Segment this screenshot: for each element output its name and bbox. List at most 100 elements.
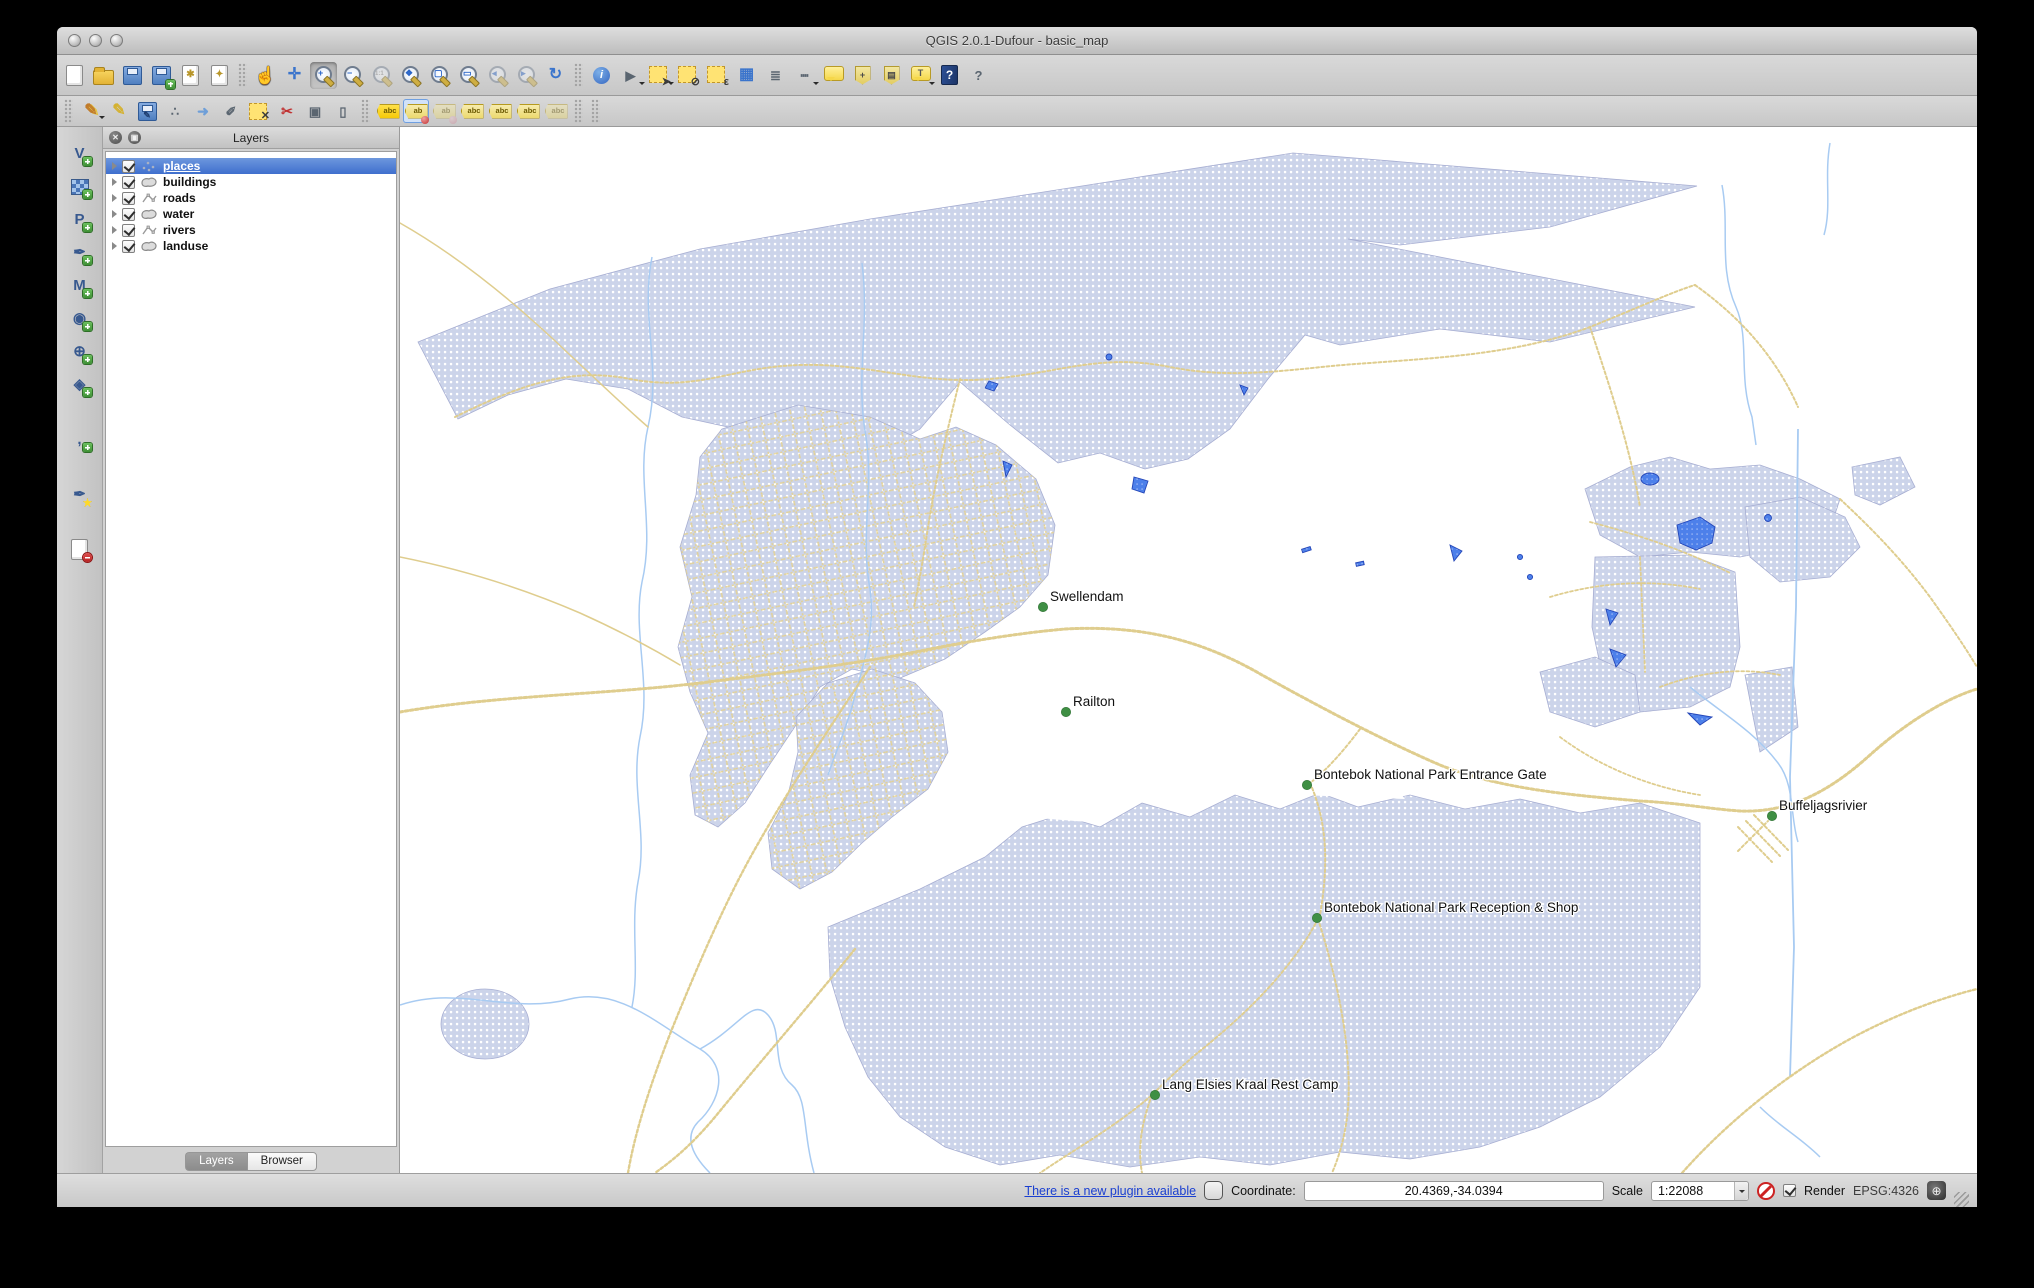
layer-row-buildings[interactable]: buildings bbox=[106, 174, 396, 190]
move-feature-icon[interactable]: ➜ bbox=[190, 99, 216, 123]
copy-features-icon[interactable]: ▣ bbox=[302, 99, 328, 123]
dropdown-caret-icon[interactable] bbox=[929, 81, 935, 88]
zoom-last-icon[interactable]: ◂ bbox=[484, 62, 511, 89]
render-checkbox[interactable] bbox=[1782, 1184, 1796, 1197]
show-hide-labels-icon[interactable]: abc bbox=[459, 99, 485, 123]
add-wms-layer-icon[interactable]: ⊕ bbox=[67, 339, 92, 364]
zoom-next-icon[interactable]: ▸ bbox=[513, 62, 540, 89]
open-project-icon[interactable] bbox=[90, 62, 117, 89]
new-print-composer-icon[interactable]: ✱ bbox=[177, 62, 204, 89]
rotate-label-icon[interactable]: abc bbox=[515, 99, 541, 123]
zoom-to-layer-icon[interactable]: ▭ bbox=[455, 62, 482, 89]
expand-icon[interactable] bbox=[112, 210, 117, 218]
pan-to-selection-icon[interactable]: ✛ bbox=[281, 62, 308, 89]
layer-row-rivers[interactable]: rivers bbox=[106, 222, 396, 238]
stop-render-icon[interactable] bbox=[1756, 1181, 1775, 1200]
plugin-icon[interactable] bbox=[1204, 1181, 1224, 1200]
layer-row-landuse[interactable]: landuse bbox=[106, 238, 396, 254]
measure-icon[interactable]: ┉ bbox=[791, 62, 819, 89]
tab-browser[interactable]: Browser bbox=[246, 1151, 317, 1171]
node-tool-icon[interactable]: ✐ bbox=[218, 99, 244, 123]
layer-row-places[interactable]: places bbox=[106, 158, 396, 174]
add-wfs-layer-icon[interactable]: ◈ bbox=[67, 372, 92, 397]
coordinate-input[interactable] bbox=[1303, 1180, 1604, 1201]
layer-name[interactable]: water bbox=[163, 207, 194, 221]
expand-icon[interactable] bbox=[112, 194, 117, 202]
titlebar[interactable]: QGIS 2.0.1-Dufour - basic_map bbox=[57, 27, 1977, 55]
add-oracle-layer-icon[interactable]: ◉ bbox=[67, 306, 92, 331]
layer-name[interactable]: landuse bbox=[163, 239, 208, 253]
add-raster-layer-icon[interactable] bbox=[67, 174, 92, 199]
layer-name[interactable]: roads bbox=[163, 191, 196, 205]
layer-checkbox[interactable] bbox=[122, 175, 135, 189]
pan-map-icon[interactable]: ☝ bbox=[252, 62, 279, 89]
map-tips-icon[interactable] bbox=[820, 62, 847, 89]
add-spatialite-layer-icon[interactable]: ✒ bbox=[67, 240, 92, 265]
cut-features-icon[interactable]: ✂ bbox=[274, 99, 300, 123]
zoom-full-icon[interactable]: ❖ bbox=[397, 62, 424, 89]
layer-checkbox[interactable] bbox=[122, 239, 135, 253]
open-attribute-table-icon[interactable]: ▦ bbox=[733, 62, 760, 89]
add-delimited-text-layer-icon[interactable]: , bbox=[67, 427, 92, 452]
remove-layer-icon[interactable] bbox=[67, 537, 92, 562]
map-canvas[interactable]: Swellendam Railton Bontebok National Par… bbox=[400, 127, 1977, 1173]
add-vector-layer-icon[interactable]: V bbox=[67, 141, 92, 166]
save-project-as-icon[interactable] bbox=[148, 62, 175, 89]
run-feature-action-icon[interactable]: ▶ bbox=[617, 62, 645, 89]
new-project-icon[interactable] bbox=[61, 62, 88, 89]
dropdown-caret-icon[interactable] bbox=[668, 81, 674, 88]
add-feature-icon[interactable]: ∴ bbox=[162, 99, 188, 123]
delete-selected-icon[interactable]: ✕ bbox=[246, 99, 272, 123]
show-bookmarks-icon[interactable]: ▤ bbox=[878, 62, 905, 89]
resize-grip[interactable] bbox=[1954, 1192, 1969, 1207]
add-mssql-layer-icon[interactable]: M bbox=[67, 273, 92, 298]
highlight-pinned-labels-icon[interactable]: ab bbox=[431, 99, 457, 124]
expand-icon[interactable] bbox=[112, 226, 117, 234]
deselect-features-icon[interactable]: ⊘ bbox=[675, 62, 702, 89]
layer-name[interactable]: rivers bbox=[163, 223, 196, 237]
add-postgis-layer-icon[interactable]: P bbox=[67, 207, 92, 232]
text-annotation-icon[interactable]: T bbox=[907, 62, 935, 89]
layer-row-roads[interactable]: roads bbox=[106, 190, 396, 206]
layer-checkbox[interactable] bbox=[122, 191, 135, 205]
expand-icon[interactable] bbox=[112, 242, 117, 250]
select-features-icon[interactable]: ➤ bbox=[646, 62, 674, 89]
plugin-available-link[interactable]: There is a new plugin available bbox=[1024, 1184, 1196, 1198]
layer-row-water[interactable]: water bbox=[106, 206, 396, 222]
help-icon[interactable]: ? bbox=[936, 62, 963, 89]
current-edits-icon[interactable]: ✎ bbox=[78, 99, 105, 123]
zoom-out-icon[interactable]: − bbox=[339, 62, 366, 89]
paste-features-icon[interactable]: ▯ bbox=[330, 99, 356, 123]
dropdown-caret-icon[interactable] bbox=[639, 81, 645, 88]
pin-unpin-labels-icon[interactable]: ab bbox=[403, 99, 429, 124]
identify-features-icon[interactable]: i bbox=[588, 62, 615, 89]
new-bookmark-icon[interactable]: + bbox=[849, 62, 876, 89]
map-refresh-icon[interactable]: ↻ bbox=[542, 62, 569, 89]
layer-name[interactable]: buildings bbox=[163, 175, 216, 189]
select-by-expression-icon[interactable]: ε bbox=[704, 62, 731, 89]
layer-checkbox[interactable] bbox=[122, 207, 135, 221]
layer-name[interactable]: places bbox=[163, 159, 200, 173]
whats-this-icon[interactable]: ? bbox=[965, 62, 992, 89]
scale-dropdown-icon[interactable] bbox=[1733, 1181, 1748, 1200]
change-label-icon[interactable]: abc bbox=[543, 99, 569, 123]
expand-icon[interactable] bbox=[112, 178, 117, 186]
zoom-in-icon[interactable]: + bbox=[310, 61, 337, 89]
zoom-to-selection-icon[interactable]: ▢ bbox=[426, 62, 453, 89]
layer-checkbox[interactable] bbox=[122, 223, 135, 237]
save-project-icon[interactable] bbox=[119, 62, 146, 89]
layer-checkbox[interactable] bbox=[122, 159, 135, 173]
tab-layers[interactable]: Layers bbox=[185, 1151, 247, 1171]
scale-combobox[interactable]: 1:22088 bbox=[1650, 1180, 1749, 1201]
dropdown-caret-icon[interactable] bbox=[99, 116, 105, 122]
field-calculator-icon[interactable]: ≣ bbox=[762, 62, 789, 89]
save-layer-edits-icon[interactable]: ✎ bbox=[134, 99, 160, 123]
zoom-native-icon[interactable]: 1:1 bbox=[368, 62, 395, 89]
composer-manager-icon[interactable]: ✦ bbox=[206, 62, 233, 89]
layer-tree[interactable]: places buildings roads water rivers land… bbox=[105, 151, 397, 1147]
toggle-editing-icon[interactable]: ✎ bbox=[106, 99, 132, 123]
crs-status-icon[interactable]: ⊕ bbox=[1927, 1181, 1946, 1200]
move-label-icon[interactable]: abc bbox=[487, 99, 513, 123]
expand-icon[interactable] bbox=[112, 162, 117, 170]
labeling-options-icon[interactable]: abc bbox=[375, 99, 401, 123]
